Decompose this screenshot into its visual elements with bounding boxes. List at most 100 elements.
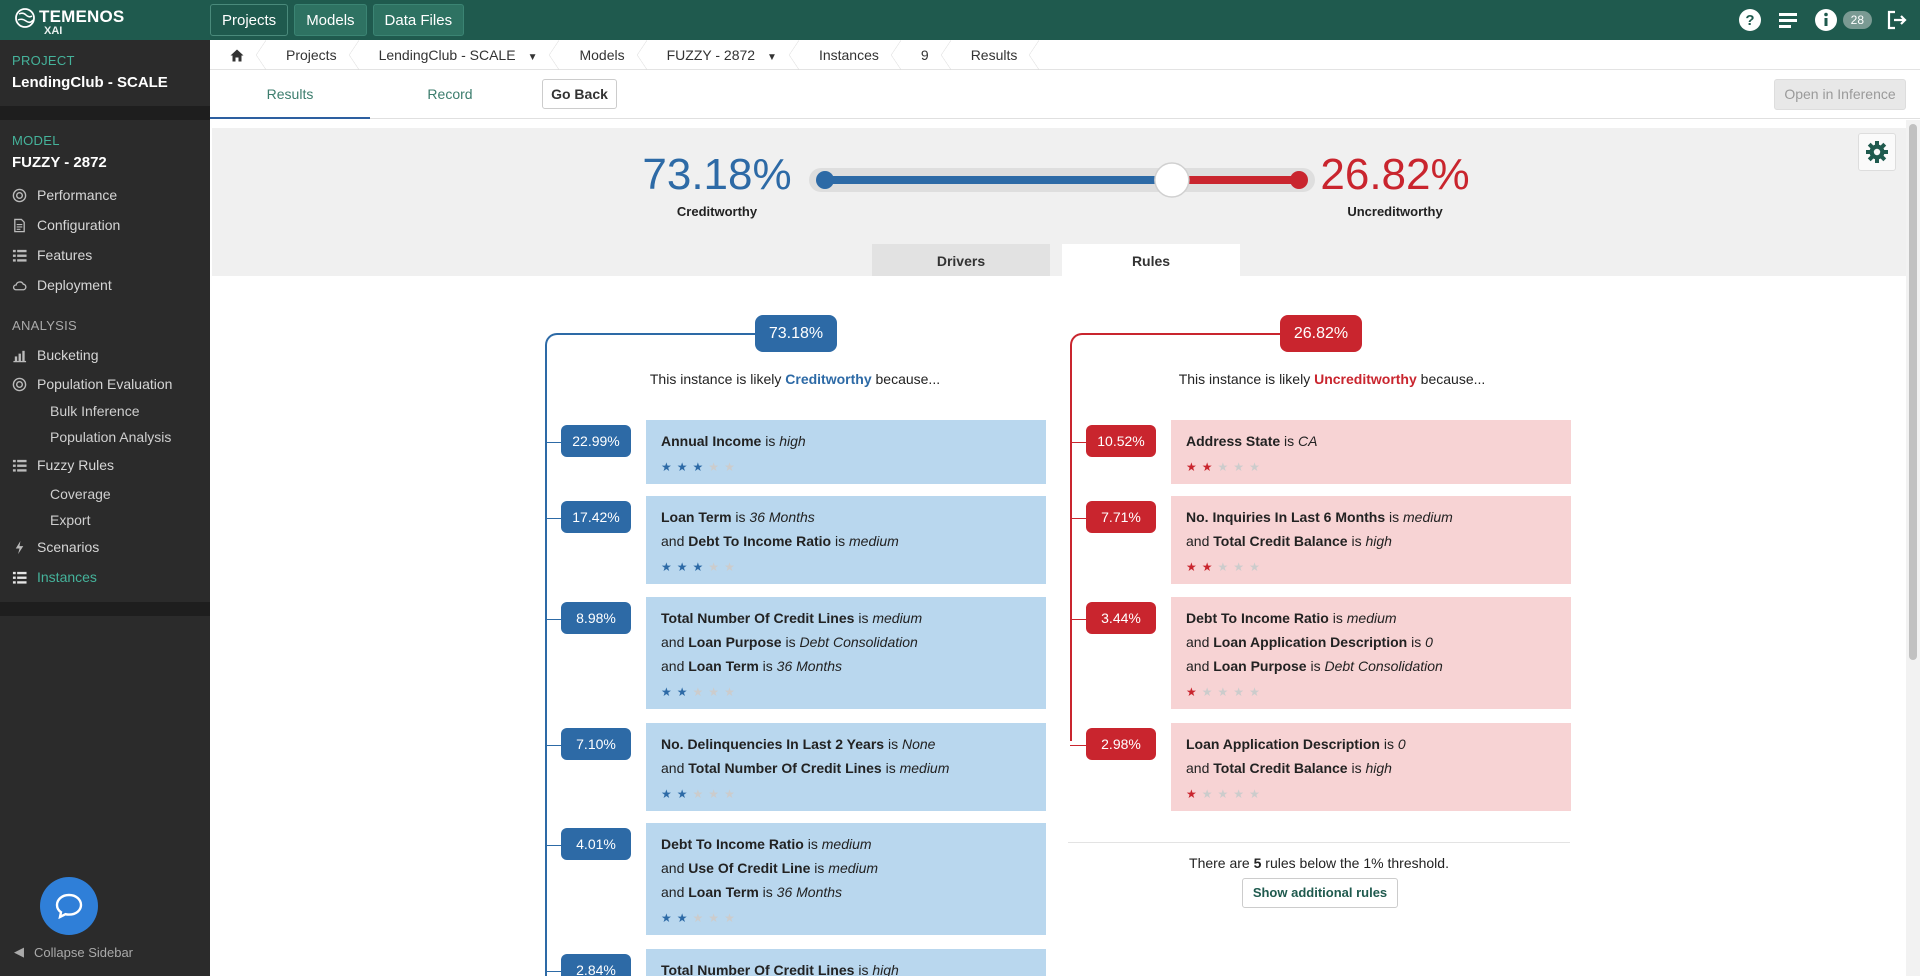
rule-card[interactable]: Total Number Of Credit Lines is medium an… (646, 597, 1046, 709)
tab-record[interactable]: Record (370, 71, 530, 119)
star-empty-icon: ★ (1249, 787, 1265, 801)
condition-connector: and (661, 884, 689, 900)
analysis-section-label: ANALYSIS (12, 318, 78, 333)
condition-feature: Total Number Of Credit Lines (661, 962, 855, 976)
star-filled-icon: ★ (1186, 685, 1202, 699)
rule-weight-badge: 22.99% (561, 425, 631, 457)
caret-down-icon[interactable]: ▼ (767, 52, 777, 63)
rule-card[interactable]: Debt To Income Ratio is medium and Loan A… (1171, 597, 1571, 709)
condition-feature: Use Of Credit Line (688, 860, 811, 876)
nav-data-files-button[interactable]: Data Files (372, 4, 465, 36)
star-empty-icon: ★ (724, 685, 740, 699)
sidebar-item-coverage[interactable]: Coverage (50, 486, 111, 502)
menu-list-icon[interactable] (1775, 7, 1801, 33)
sidebar-item-deployment[interactable]: Deployment (12, 274, 112, 296)
star-empty-icon: ★ (692, 787, 709, 801)
rule-connector (545, 442, 561, 443)
sidebar-item-export[interactable]: Export (50, 512, 90, 528)
creditworthy-total-badge: 73.18% (755, 315, 837, 352)
breadcrumb-project[interactable]: LendingClub - SCALE ▼ (359, 39, 560, 70)
rule-weight-badge: 4.01% (561, 828, 631, 860)
logout-icon[interactable] (1884, 7, 1910, 33)
sidebar-item-population-analysis[interactable]: Population Analysis (50, 429, 171, 445)
prediction-gauge: 73.18% Creditworthy 26.82% Uncreditworth… (212, 128, 1906, 276)
sidebar-item-fuzzy-rules[interactable]: Fuzzy Rules (12, 454, 114, 476)
tab-results[interactable]: Results (210, 71, 370, 119)
rule-connector (545, 971, 561, 972)
rule-card[interactable]: Loan Application Description is 0 and Tot… (1171, 723, 1571, 811)
caret-down-icon[interactable]: ▼ (528, 52, 538, 63)
star-filled-icon: ★ (1186, 787, 1202, 801)
tab-rules[interactable]: Rules (1062, 244, 1240, 276)
condition-value: medium (828, 860, 879, 876)
sidebar-item-bucketing[interactable]: Bucketing (12, 344, 98, 366)
sidebar-item-features[interactable]: Features (12, 244, 92, 266)
breadcrumb-models[interactable]: Models (559, 39, 647, 70)
column-frame-top (1084, 333, 1280, 335)
rule-card[interactable]: No. Inquiries In Last 6 Months is medium… (1171, 496, 1571, 584)
condition-feature: Loan Term (661, 509, 732, 525)
chat-button[interactable] (40, 877, 98, 935)
sidebar-item-population-evaluation[interactable]: Population Evaluation (12, 373, 172, 395)
rule-connector (1070, 619, 1086, 620)
condition-feature: No. Inquiries In Last 6 Months (1186, 509, 1386, 525)
breadcrumb-model[interactable]: FUZZY - 2872 ▼ (647, 39, 800, 70)
star-filled-icon: ★ (661, 460, 677, 474)
nav-projects-button[interactable]: Projects (210, 4, 289, 36)
model-name[interactable]: FUZZY - 2872 (12, 154, 107, 171)
rule-card[interactable]: Loan Term is 36 Months and Debt To Income… (646, 496, 1046, 584)
top-icons: ? 28 (1737, 6, 1910, 34)
sidebar-item-instances[interactable]: Instances (12, 566, 97, 588)
star-empty-icon: ★ (724, 460, 740, 474)
notification-badge[interactable]: 28 (1842, 11, 1872, 29)
rule-condition: and Total Number Of Credit Lines is medi… (661, 760, 950, 776)
go-back-button[interactable]: Go Back (542, 79, 617, 109)
sidebar-item-scenarios[interactable]: Scenarios (12, 536, 99, 558)
page-scrollbar[interactable] (1906, 120, 1920, 976)
scrollbar-thumb[interactable] (1909, 124, 1917, 660)
probability-slider[interactable] (807, 160, 1317, 200)
sidebar-item-performance[interactable]: Performance (12, 184, 117, 206)
rule-weight-badge: 2.98% (1086, 728, 1156, 760)
breadcrumb-home[interactable] (210, 39, 266, 70)
open-in-inference-button[interactable]: Open in Inference (1774, 79, 1906, 110)
star-filled-icon: ★ (661, 560, 677, 574)
star-empty-icon: ★ (1233, 560, 1250, 574)
info-icon[interactable] (1813, 7, 1839, 33)
brand-logo[interactable]: TEMENOS XAI (14, 6, 204, 37)
star-filled-icon: ★ (1201, 560, 1218, 574)
sidebar-item-label: Instances (37, 569, 97, 585)
breadcrumb-instance-id[interactable]: 9 (901, 39, 951, 70)
slider-left-end (816, 171, 834, 189)
rule-card[interactable]: No. Delinquencies In Last 2 Years is Non… (646, 723, 1046, 811)
breadcrumb-projects[interactable]: Projects (266, 39, 359, 70)
gear-icon (1866, 141, 1888, 163)
sidebar-divider (0, 106, 210, 120)
project-name[interactable]: LendingClub - SCALE (12, 74, 168, 91)
condition-value: 36 Months (776, 658, 843, 674)
rule-card[interactable]: Debt To Income Ratio is medium and Use Of… (646, 823, 1046, 935)
results-tab-row: Results Record Go Back Open in Inference (210, 71, 1920, 119)
condition-value: 36 Months (776, 884, 843, 900)
collapse-sidebar-button[interactable]: ◀ Collapse Sidebar (14, 944, 133, 960)
rule-connector (545, 518, 561, 519)
sidebar-item-configuration[interactable]: Configuration (12, 214, 120, 236)
sidebar-item-bulk-inference[interactable]: Bulk Inference (50, 403, 140, 419)
breadcrumb-instances[interactable]: Instances (799, 39, 901, 70)
rule-connector (1070, 518, 1086, 519)
nav-models-button[interactable]: Models (294, 4, 367, 36)
rule-condition: and Loan Term is 36 Months (661, 658, 843, 674)
rule-card[interactable]: Address State is CA ★★★★★ (1171, 420, 1571, 484)
breadcrumb-model-label: FUZZY - 2872 (666, 46, 756, 63)
star-filled-icon: ★ (692, 560, 709, 574)
tab-drivers[interactable]: Drivers (872, 244, 1050, 276)
show-additional-rules-button[interactable]: Show additional rules (1242, 878, 1398, 908)
rule-card[interactable]: Total Number Of Credit Lines is high (646, 949, 1046, 976)
slider-thumb[interactable] (1154, 162, 1190, 198)
settings-button[interactable] (1858, 133, 1896, 171)
sidebar-item-label: Configuration (37, 217, 121, 233)
slider-right-end (1290, 171, 1308, 189)
rule-weight-badge: 3.44% (1086, 602, 1156, 634)
rule-card[interactable]: Annual Income is high ★★★★★ (646, 420, 1046, 484)
help-icon[interactable]: ? (1737, 7, 1763, 33)
